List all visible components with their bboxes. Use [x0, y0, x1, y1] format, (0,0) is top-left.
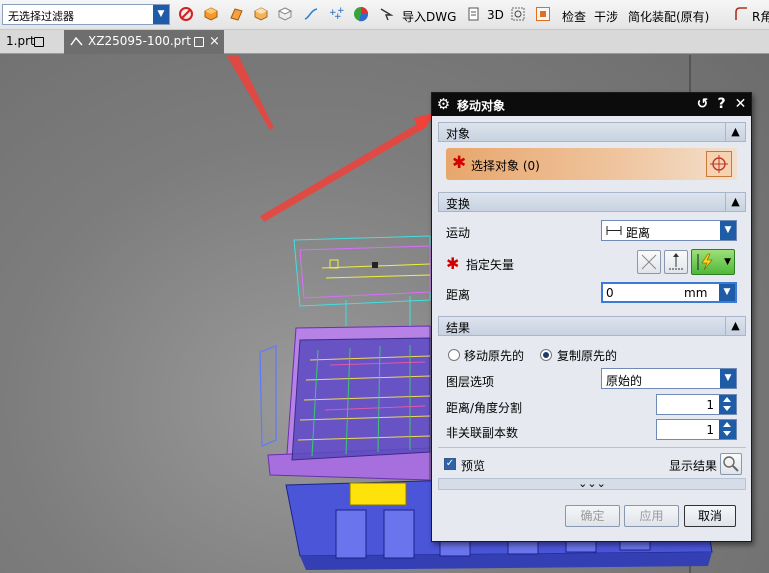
reset-icon[interactable]: ↺ — [694, 96, 711, 113]
section-transform-header[interactable]: 变换 ▲ — [438, 192, 746, 212]
tab-label: XZ25095-100.prt — [88, 34, 191, 48]
chevron-down-icon[interactable]: ▼ — [720, 369, 736, 388]
chevron-up-icon[interactable]: ▲ — [725, 193, 745, 211]
import-dwg-icon[interactable] — [378, 6, 394, 22]
measure-icon[interactable] — [510, 6, 526, 22]
chevron-down-icon[interactable]: ▼ — [720, 221, 736, 240]
copy-original-label[interactable]: 复制原先的 — [557, 347, 617, 364]
r-corner-icon[interactable] — [733, 6, 749, 22]
stepper-arrows-icon[interactable] — [719, 395, 736, 414]
copy-original-radio[interactable] — [540, 349, 552, 361]
box-outline-icon[interactable] — [277, 6, 293, 22]
move-object-dialog: ⚙ 移动对象 ↺ ? ✕ 对象 ▲ ✱ 选择对象 (0) 变换 ▲ 运动 距离 … — [431, 92, 752, 542]
distance-input[interactable]: 0 mm ▼ — [601, 282, 737, 303]
show-result-button[interactable] — [720, 453, 742, 475]
magnifier-icon — [723, 456, 739, 472]
apply-button[interactable]: 应用 — [624, 505, 679, 527]
show-result-label: 显示结果 — [669, 459, 718, 473]
vector-type-dropdown[interactable]: ▼ — [691, 249, 735, 275]
distance-angle-split-label: 距离/角度分割 — [446, 401, 523, 415]
tab-1-prt[interactable]: 1.prt — [0, 30, 62, 54]
preview-label: 预览 — [461, 459, 486, 473]
move-original-radio[interactable] — [448, 349, 460, 361]
assembly-icon — [70, 36, 83, 46]
tab-label: 1.prt — [6, 34, 35, 48]
motion-select[interactable]: 距离 ▼ — [601, 220, 737, 241]
cancel-button[interactable]: 取消 — [684, 505, 736, 527]
chevron-up-icon[interactable]: ▲ — [725, 123, 745, 141]
section-transform-title: 变换 — [446, 197, 471, 211]
stepper-arrows-icon[interactable] — [719, 420, 736, 439]
layer-option-label: 图层选项 — [446, 375, 495, 389]
distance-value: 0 — [606, 286, 614, 300]
distance-angle-split-stepper[interactable]: 1 — [656, 394, 737, 415]
solid-body-icon[interactable] — [203, 6, 219, 22]
help-icon[interactable]: ? — [713, 96, 730, 113]
section-object-header[interactable]: 对象 ▲ — [438, 122, 746, 142]
selection-filter-combo[interactable]: 无选择过滤器 ▼ — [2, 4, 170, 25]
gear-icon[interactable]: ⚙ — [435, 96, 452, 113]
component-icon[interactable] — [253, 6, 269, 22]
chevron-down-icon[interactable]: ▼ — [153, 5, 169, 24]
distance-icon — [606, 226, 622, 235]
close-icon[interactable]: ✕ — [732, 96, 749, 113]
required-star-icon: ✱ — [452, 153, 467, 173]
import-dwg-button[interactable]: 导入DWG — [402, 8, 456, 25]
selection-filter-value: 无选择过滤器 — [8, 10, 74, 23]
section-result-title: 结果 — [446, 321, 471, 335]
ok-button[interactable]: 确定 — [565, 505, 620, 527]
chevron-up-icon[interactable]: ▲ — [725, 317, 745, 335]
non-assoc-copies-stepper[interactable]: 1 — [656, 419, 737, 440]
specify-vector-label: 指定矢量 — [466, 258, 515, 272]
external-link-icon[interactable] — [194, 37, 204, 47]
close-tab-icon[interactable]: × — [209, 30, 220, 53]
select-object-row[interactable]: ✱ 选择对象 (0) — [446, 148, 737, 180]
select-object-label: 选择对象 (0) — [471, 159, 540, 173]
dialog-titlebar[interactable]: ⚙ 移动对象 ↺ ? ✕ — [432, 93, 751, 116]
crosshair-icon[interactable] — [706, 151, 732, 177]
section-object-title: 对象 — [446, 127, 471, 141]
check-button[interactable]: 检查 — [562, 8, 586, 25]
color-wheel-icon[interactable] — [353, 6, 369, 22]
dialog-title: 移动对象 — [457, 99, 506, 113]
stop-icon[interactable] — [535, 6, 551, 22]
curve-icon[interactable] — [303, 6, 319, 22]
motion-label: 运动 — [446, 226, 471, 240]
point-set-icon[interactable]: +++ — [328, 6, 344, 22]
chevron-down-icon[interactable]: ▼ — [719, 284, 735, 301]
view-3d-button[interactable]: 3D — [487, 8, 504, 22]
non-assoc-copies-value: 1 — [706, 423, 714, 437]
no-filter-icon[interactable] — [178, 6, 194, 22]
r-corner-button[interactable]: R角 — [752, 8, 769, 25]
divider — [438, 447, 746, 448]
required-star-icon: ✱ — [446, 254, 460, 273]
external-link-icon[interactable] — [34, 37, 44, 47]
document-icon[interactable] — [466, 6, 482, 22]
layer-option-select[interactable]: 原始的 ▼ — [601, 368, 737, 389]
section-result-header[interactable]: 结果 ▲ — [438, 316, 746, 336]
more-options-expander[interactable]: ⌄⌄⌄ — [438, 478, 746, 490]
interference-button[interactable]: 干涉 — [594, 8, 618, 25]
simplify-assembly-button[interactable]: 简化装配(原有) — [628, 8, 709, 25]
distance-unit: mm — [684, 286, 708, 300]
main-toolbar: 无选择过滤器 ▼ + + + 导入DWG 3D 检查 干涉 简化装配(原有) R — [0, 0, 769, 30]
sheet-body-icon[interactable] — [228, 6, 244, 22]
inferred-vector-icon[interactable] — [637, 250, 661, 274]
preview-checkbox[interactable]: ✓ — [444, 458, 456, 470]
non-assoc-copies-label: 非关联副本数 — [446, 426, 519, 440]
tab-xz25095-100-prt[interactable]: XZ25095-100.prt × — [64, 30, 224, 54]
file-tab-bar: 1.prt XZ25095-100.prt × — [0, 30, 769, 54]
svg-text:+: + — [337, 6, 344, 16]
layer-option-value: 原始的 — [606, 374, 643, 388]
move-original-label[interactable]: 移动原先的 — [464, 347, 524, 364]
annotation-arrows — [226, 55, 438, 222]
chevron-down-icon[interactable]: ▼ — [724, 257, 731, 267]
vector-dialog-icon[interactable] — [664, 250, 688, 274]
distance-angle-split-value: 1 — [706, 398, 714, 412]
lightning-vector-icon — [697, 253, 713, 271]
motion-value: 距离 — [626, 226, 651, 240]
distance-label: 距离 — [446, 288, 471, 302]
